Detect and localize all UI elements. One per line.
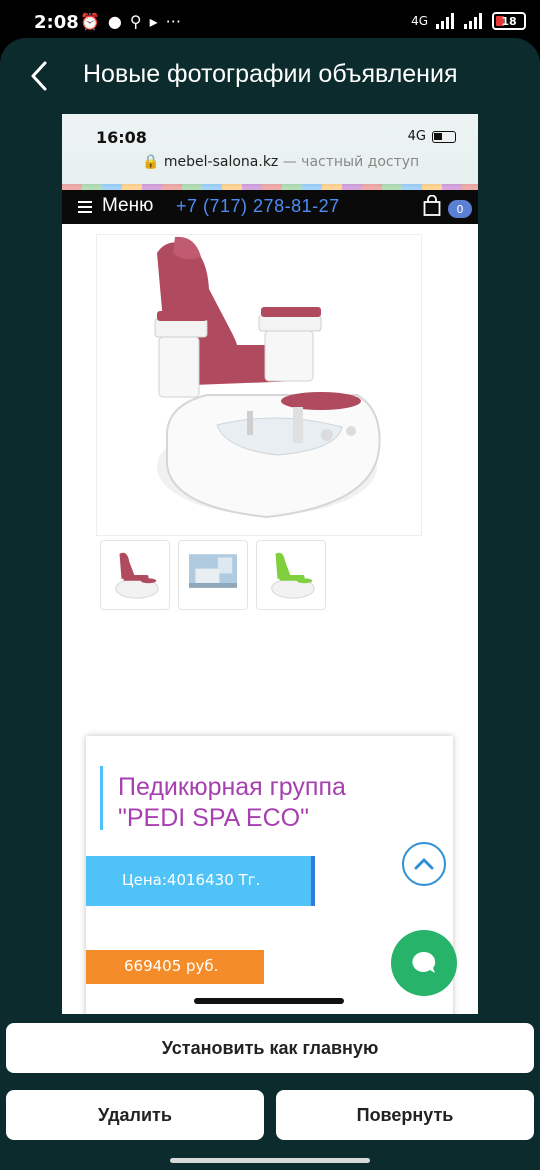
rotate-button[interactable]: Повернуть (276, 1090, 534, 1140)
back-button[interactable] (22, 56, 56, 96)
photo-battery-icon (432, 131, 456, 143)
hamburger-icon (78, 201, 92, 213)
photo-url: 🔒 mebel-salona.kz — частный доступ (142, 154, 419, 170)
status-time: 2:08 (34, 12, 79, 33)
photo-home-indicator (194, 998, 344, 1004)
delete-button[interactable]: Удалить (6, 1090, 264, 1140)
photo-status-time: 16:08 (96, 128, 147, 147)
room-thumb-icon (189, 554, 237, 588)
pedicure-chair-image (154, 236, 381, 519)
product-title-line1: Педикюрная группа (118, 773, 346, 801)
shopping-bag-icon (423, 195, 441, 216)
cart-badge: 0 (448, 200, 472, 218)
search-icon: ⚲ (129, 12, 142, 31)
chair-thumb-icon (115, 552, 159, 599)
thumbnail-red-chair[interactable] (100, 540, 170, 610)
site-phone: +7 (717) 278-81-27 (176, 196, 340, 216)
photo-status-bar: 16:08 4G 🔒 mebel-salona.kz — частный дос… (62, 114, 478, 186)
product-title: Педикюрная группа "PEDI SPA ECO" (118, 772, 346, 834)
price-edge (311, 856, 315, 906)
battery-level: 18 (501, 14, 517, 28)
title-accent-bar (100, 766, 103, 830)
home-indicator[interactable] (170, 1158, 370, 1163)
price-rub: 669405 руб. (86, 950, 264, 984)
chevron-up-icon (414, 858, 434, 870)
signal-icon-2 (464, 13, 484, 29)
green-chair-thumb-icon (271, 552, 315, 599)
product-title-line2: "PEDI SPA ECO" (118, 804, 309, 832)
chevron-left-icon (31, 61, 47, 91)
signal-icon (436, 13, 456, 29)
thumbnail-green-chair[interactable] (256, 540, 326, 610)
photo-network: 4G (407, 129, 426, 144)
thumbnail-interior[interactable] (178, 540, 248, 610)
product-main-image (96, 234, 422, 536)
scroll-up-button (402, 842, 446, 886)
price-tenge: Цена:4016430 Тг. (86, 856, 312, 906)
battery-icon: 18 (492, 12, 526, 30)
lock-icon: 🔒 (142, 154, 160, 170)
chat-bubble-icon (412, 951, 436, 973)
photo-site-nav: Меню +7 (717) 278-81-27 0 (62, 190, 478, 224)
network-type: 4G (411, 14, 428, 28)
set-main-button[interactable]: Установить как главную (6, 1023, 534, 1073)
alarm-icon: ⏰ (80, 12, 100, 31)
play-icon: ▸ (149, 12, 158, 31)
page-title: Новые фотографии объявления (83, 60, 458, 88)
more-icon: ··· (165, 12, 181, 31)
listing-photo[interactable]: 16:08 4G 🔒 mebel-salona.kz — частный дос… (62, 114, 478, 1014)
notification-icons: ⏰ ● ⚲ ▸ ··· (80, 12, 181, 31)
thumbnail-strip (100, 540, 326, 610)
chat-button (391, 930, 457, 996)
site-menu-label: Меню (102, 195, 154, 216)
chat-bubble-icon: ● (107, 12, 122, 31)
system-icons: 4G 18 (411, 12, 526, 30)
url-domain: mebel-salona.kz (163, 154, 279, 170)
url-suffix: — частный доступ (278, 154, 420, 170)
